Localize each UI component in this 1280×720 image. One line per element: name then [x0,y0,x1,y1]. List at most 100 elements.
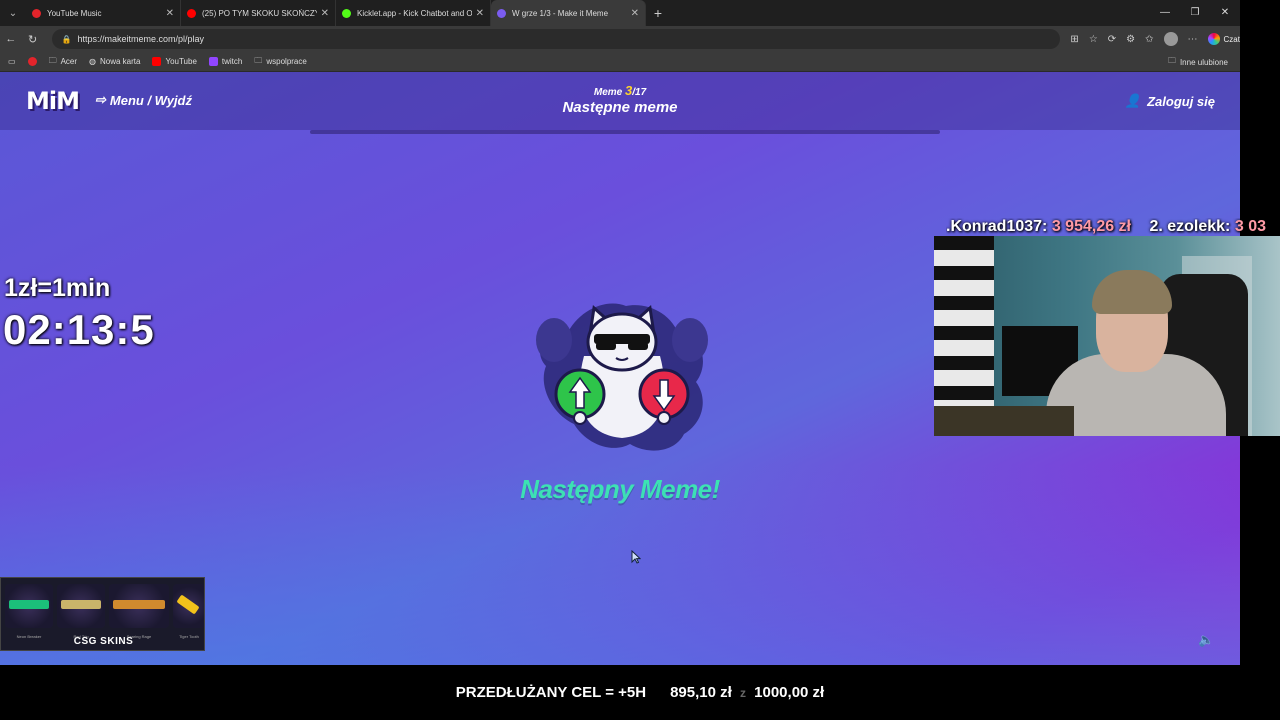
paw-toe-right [672,318,708,362]
close-window-icon[interactable]: ✕ [1210,0,1240,26]
donation-leaderboard: .Konrad1037: 3 954,26 zł 2. ezolekk: 3 0… [946,218,1280,238]
copilot-label: Czat [1223,34,1240,44]
webcam-desk [934,406,1074,436]
goal-target: 1000,00 zł [754,684,825,701]
tab-list-chevron-icon[interactable]: ⌄ [0,0,26,26]
bookmark-music[interactable] [27,57,37,66]
favorite-star-icon[interactable]: ☆ [1089,34,1098,45]
bookmark-nowa-karta[interactable]: ◍ Nowa karta [89,57,140,66]
favorites-icon[interactable]: ✩ [1145,34,1153,45]
makeitmeme-icon [497,8,506,18]
leaderboard-amount: 3 954,26 zł [1051,218,1131,235]
cat-mascot-illustration [536,303,708,451]
page-title: Następne meme [562,99,678,116]
login-label: Zaloguj się [1147,93,1215,109]
leaderboard-name: .Konrad1037: [946,218,1048,235]
tab-title: (25) PO TYM SKOKU SKOŃCZYŁ N [202,8,317,18]
goal-separator: z [739,686,746,700]
menu-exit-label: Menu / Wyjdź [109,92,193,108]
refresh-extension-icon[interactable]: ⟳ [1108,34,1116,45]
copilot-button[interactable]: Czat [1207,33,1240,45]
close-tab-icon[interactable]: ✕ [321,8,329,19]
tab-title: YouTube Music [47,8,102,18]
tab-title: W grze 1/3 - Make it Meme [512,8,609,18]
webcam-person-hair [1092,270,1172,314]
sound-mute-icon[interactable]: 🔈 [1198,632,1214,648]
tab-title: Kicklet.app - Kick Chatbot and Ov [357,8,472,18]
goal-current: 895,10 zł [670,684,732,701]
menu-exit-button[interactable]: ⇨ Menu / Wyjdź [95,92,192,108]
bookmark-label: Nowa karta [100,57,141,66]
minimize-icon[interactable]: — [1150,0,1180,26]
extensions-icon[interactable]: ⚙ [1126,34,1135,45]
paw-toe-left [536,318,572,362]
other-favorites[interactable]: 🗀 Inne ulubione [1168,52,1228,72]
leaderboard-name: 2. ezolekk: [1149,218,1231,235]
youtube-icon [152,57,162,66]
skin-card: Tiger Tooth [173,584,204,639]
close-tab-icon[interactable]: ✕ [631,8,639,19]
bookmark-label: twitch [221,57,243,66]
browser-tab[interactable]: YouTube Music ✕ [26,0,181,26]
back-arrow-icon[interactable]: ← [0,33,22,45]
close-tab-icon[interactable]: ✕ [166,8,174,19]
goal-label: PRZEDŁUŻANY CEL = +5H [455,684,647,701]
lock-icon[interactable]: 🔒 [62,35,72,44]
mouse-cursor-icon [631,550,641,564]
more-menu-icon[interactable]: ⋯ [1188,34,1198,45]
exit-door-icon: ⇨ [95,92,106,107]
youtube-icon [187,8,196,18]
bookmark-label: Acer [60,57,78,66]
rifle-icon [61,600,101,609]
site-logo[interactable]: MiM [26,87,80,115]
folder-icon: 🗀 [48,55,57,65]
url-input[interactable]: 🔒 https://makeitmeme.com/pl/play [51,29,1061,49]
youtube-music-icon [32,8,41,18]
streamer-webcam [934,236,1280,436]
folder-icon: 🗀 [254,55,263,65]
subathon-timer: 02:13:5 [3,306,155,353]
twitch-icon [208,57,218,66]
bookmark-acer[interactable]: 🗀 Acer [49,55,77,69]
bookmark-label: YouTube [165,57,197,66]
knife-icon [176,594,200,615]
browser-tab[interactable]: Kicklet.app - Kick Chatbot and Ov ✕ [336,0,491,26]
leaderboard-amount: 3 03 [1234,218,1266,235]
profile-avatar[interactable] [1163,32,1178,46]
copilot-icon [1207,33,1220,45]
round-header: Meme 3/17 Następne meme [520,83,720,116]
next-meme-heading: Następny Meme! [520,474,720,504]
rifle-icon [9,600,49,609]
bookmark-youtube[interactable]: YouTube [152,57,197,66]
browser-tab[interactable]: (25) PO TYM SKOKU SKOŃCZYŁ N ✕ [181,0,336,26]
other-favorites-label: Inne ulubione [1179,57,1228,67]
restore-icon[interactable]: ❐ [1180,0,1210,26]
bookmark-label: wspolprace [266,57,307,66]
subathon-rate: 1zł=1min [4,274,111,302]
skin-card: Neon Breaker [5,584,53,639]
folder-icon: 🗀 [1167,56,1176,65]
donation-goal-bar: PRZEDŁUŻANY CEL = +5H 895,10 zł z 1000,0… [0,665,1280,720]
bookmark-twitch[interactable]: twitch [208,57,243,66]
skins-brand: CSG SKINS [73,636,134,647]
bookmark-wspolprace[interactable]: 🗀 wspolprace [254,55,306,69]
address-bar-row: ← ↻ 🔒 https://makeitmeme.com/pl/play ⊞ ☆… [0,26,1240,52]
bookmark-sidebar-icon[interactable]: ▭ [8,57,16,66]
browser-tab-active[interactable]: W grze 1/3 - Make it Meme ✕ [491,0,646,26]
skin-card: Searing Rage [109,584,169,639]
url-text: https://makeitmeme.com/pl/play [77,34,205,44]
window-controls: — ❐ ✕ [1150,0,1240,26]
progress-track [310,130,940,134]
meme-counter-prefix: Meme [593,87,623,98]
globe-icon: ◍ [89,57,96,66]
login-button[interactable]: 👤 Zaloguj się [1125,93,1215,109]
new-tab-plus-icon[interactable]: + [646,5,670,21]
csgo-skins-ad: Neon Breaker Red Trip Searing Rage Tiger… [0,577,205,651]
kicklet-icon [342,8,351,18]
close-tab-icon[interactable]: ✕ [476,8,484,19]
goal-progress: 895,10 zł z 1000,00 zł [670,684,824,701]
reload-icon[interactable]: ↻ [22,33,44,46]
bookmarks-bar: ▭ 🗀 Acer ◍ Nowa karta YouTube twitch 🗀 wspo… [0,52,1240,72]
meme-counter: Meme 3/17 [520,83,720,98]
app-install-icon[interactable]: ⊞ [1070,34,1078,45]
